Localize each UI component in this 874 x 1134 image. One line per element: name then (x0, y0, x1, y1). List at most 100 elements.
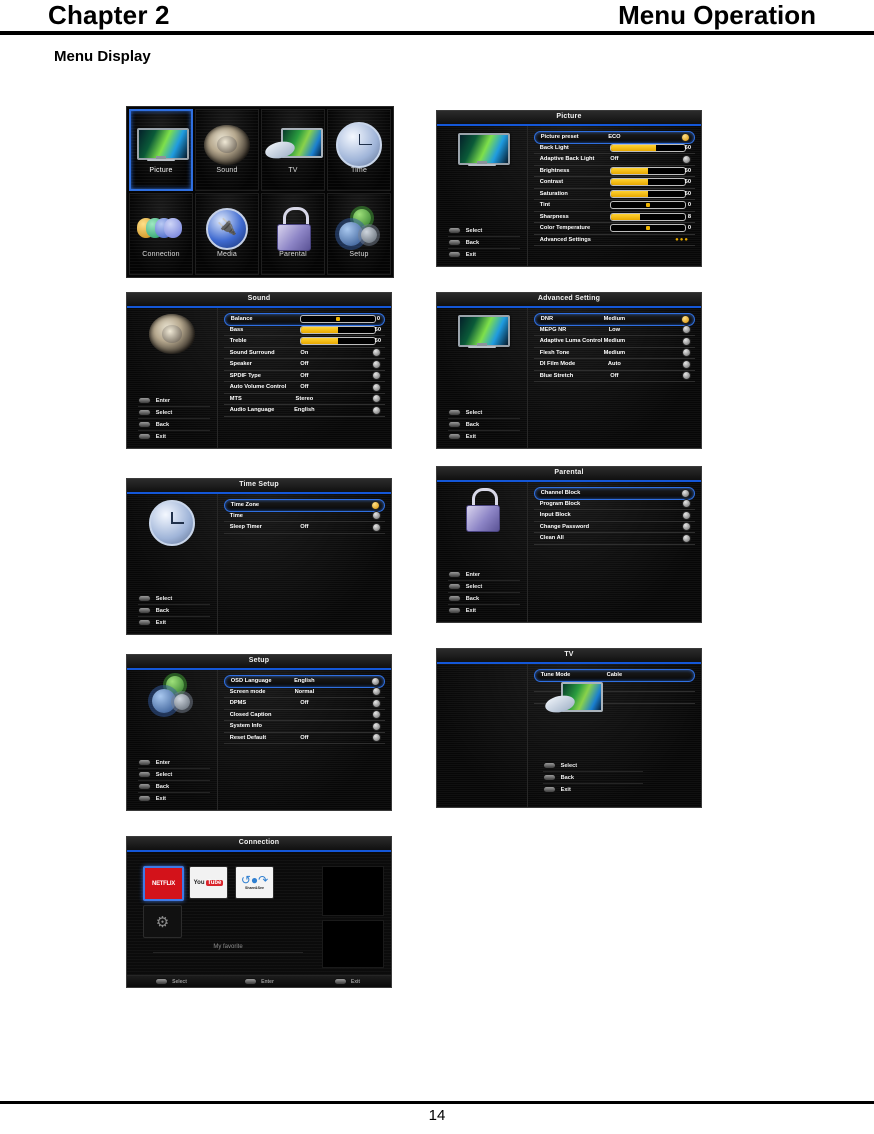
menu-row[interactable]: Reset Default Off (223, 733, 385, 744)
menu-row[interactable]: MTS Stereo (223, 394, 385, 405)
slider-thumb[interactable] (335, 317, 340, 322)
menu-row[interactable]: Speaker Off (223, 359, 385, 371)
info-icon[interactable] (372, 733, 381, 743)
info-icon[interactable] (682, 371, 691, 381)
menu-row[interactable]: Screen mode Normal (223, 687, 385, 698)
menu-row[interactable]: Tint 0 (533, 200, 695, 212)
menu-tile-media[interactable]: Media (195, 193, 259, 275)
menu-row[interactable]: Time (223, 511, 385, 522)
button-hint-label: Exit (560, 786, 571, 793)
main-menu-panel: Picture Sound TV Time Connection Media Parenta… (126, 106, 394, 278)
menu-row-value: On (300, 349, 309, 356)
info-amber-icon[interactable] (681, 132, 690, 142)
slider-track[interactable] (609, 224, 686, 233)
info-icon[interactable] (682, 499, 691, 509)
menu-row-label: SPDIF Type (229, 372, 261, 379)
info-icon[interactable] (372, 359, 381, 369)
menu-tile-connection[interactable]: Connection (129, 193, 193, 275)
menu-tile-picture[interactable]: Picture (129, 109, 193, 191)
info-icon[interactable] (682, 154, 691, 164)
menu-row[interactable]: Adaptive Back Light Off (533, 154, 695, 166)
menu-tile-time[interactable]: Time (327, 109, 391, 191)
menu-row[interactable]: Closed Caption (223, 710, 385, 721)
menu-row[interactable]: Sound Surround On (223, 348, 385, 359)
menu-row[interactable]: Color Temperature 0 (533, 223, 695, 235)
bottom-bar-label: Enter (261, 978, 274, 985)
menu-row[interactable]: Flesh Tone Medium (533, 348, 695, 359)
menu-tile-sound[interactable]: Sound (195, 109, 259, 191)
info-icon[interactable] (372, 522, 381, 532)
info-icon[interactable] (372, 721, 381, 731)
slider-track[interactable] (609, 201, 686, 210)
picture-button-hints: Select Back Exit (447, 225, 520, 260)
menu-row[interactable]: Audio Language English (223, 405, 385, 417)
info-icon[interactable] (372, 348, 381, 358)
slider-track[interactable] (299, 337, 376, 346)
info-icon[interactable] (372, 405, 381, 415)
info-amber-icon[interactable] (371, 500, 380, 510)
info-icon[interactable] (682, 336, 691, 346)
menu-row[interactable]: Sharpness 8 (533, 212, 695, 223)
info-icon[interactable] (682, 510, 691, 520)
menu-tile-setup[interactable]: Setup (327, 193, 391, 275)
speaker-icon (148, 314, 195, 354)
slider-track[interactable] (299, 325, 376, 334)
menu-row[interactable]: Program Block (533, 499, 695, 510)
parental-left-column: Enter Select Back Exit (437, 482, 528, 622)
info-icon[interactable] (681, 488, 690, 498)
menu-row[interactable]: Auto Volume Control Off (223, 382, 385, 394)
menu-row[interactable]: Brightness 50 (533, 166, 695, 177)
info-icon[interactable] (682, 533, 691, 543)
info-icon[interactable] (682, 348, 691, 358)
slider-thumb[interactable] (645, 203, 650, 208)
menu-row[interactable]: MEPG NR Low (533, 325, 695, 336)
menu-row[interactable]: Contrast 50 (533, 177, 695, 189)
app-tile-share-see[interactable]: ↺●↷ Share&See (235, 866, 274, 899)
slider-thumb[interactable] (645, 226, 650, 231)
info-icon[interactable] (371, 676, 380, 686)
app-tile-netflix[interactable]: NETFLIX (143, 866, 184, 901)
menu-row[interactable]: Change Password (533, 522, 695, 533)
info-icon[interactable] (372, 394, 381, 404)
info-icon[interactable] (372, 710, 381, 720)
menu-row[interactable]: Saturation 50 (533, 189, 695, 200)
menu-tile-tv[interactable]: TV (261, 109, 325, 191)
menu-row[interactable]: System Info (223, 721, 385, 733)
menu-row[interactable]: DI Film Mode Auto (533, 359, 695, 371)
button-hint-select: Select (137, 593, 210, 605)
info-icon[interactable] (372, 382, 381, 392)
info-icon[interactable] (682, 359, 691, 369)
slider-track[interactable] (299, 315, 376, 324)
info-icon[interactable] (372, 371, 381, 381)
slider-track[interactable] (609, 143, 686, 152)
info-icon[interactable] (372, 511, 381, 521)
slider-track[interactable] (609, 166, 686, 175)
app-tile-settings[interactable]: ⚙ (143, 905, 182, 938)
menu-row[interactable]: Treble 50 (223, 336, 385, 348)
info-icon[interactable] (682, 522, 691, 532)
bottom-bar-hint-select: Select (127, 978, 215, 985)
connection-panel-title: Connection (127, 837, 391, 852)
info-icon[interactable] (372, 698, 381, 708)
button-hint-label: Select (155, 771, 173, 778)
menu-row[interactable]: Blue Stretch Off (533, 371, 695, 382)
menu-row[interactable]: Input Block (533, 510, 695, 522)
menu-row[interactable]: Advanced Settings ●●● (533, 235, 695, 246)
menu-row[interactable]: DPMS Off (223, 698, 385, 710)
button-hint-label: Exit (465, 433, 477, 440)
slider-track[interactable] (609, 212, 686, 221)
info-icon[interactable] (372, 687, 381, 697)
slider-track[interactable] (609, 189, 686, 198)
slider-track[interactable] (609, 178, 686, 187)
menu-row[interactable]: Sleep Timer Off (223, 522, 385, 534)
menu-row[interactable]: Back Light 60 (533, 143, 695, 154)
app-tile-youtube[interactable]: You Tube (189, 866, 228, 899)
info-amber-icon[interactable] (681, 314, 690, 324)
menu-row[interactable]: Bass 50 (223, 325, 385, 336)
menu-row[interactable]: SPDIF Type Off (223, 371, 385, 382)
button-hint-label: Select (465, 583, 483, 590)
menu-row[interactable]: Clean All (533, 533, 695, 545)
info-icon[interactable] (682, 325, 691, 335)
menu-tile-parental[interactable]: Parental (261, 193, 325, 275)
menu-row[interactable]: Adaptive Luma Control Medium (533, 336, 695, 348)
